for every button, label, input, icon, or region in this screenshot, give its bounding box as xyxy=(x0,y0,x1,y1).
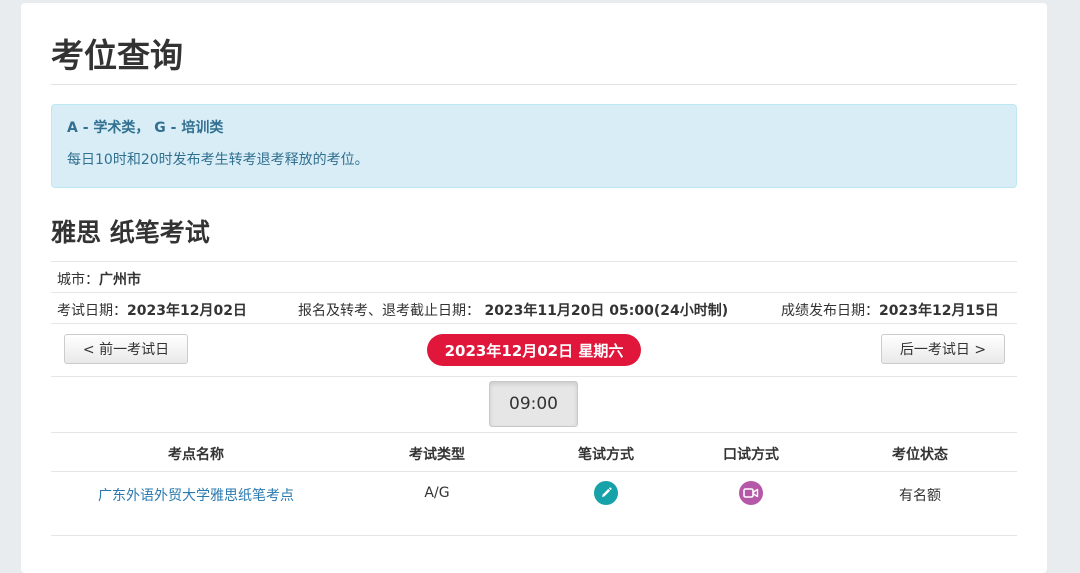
next-exam-day-button[interactable]: 后一考试日 > xyxy=(881,334,1005,364)
exam-date-label: 考试日期： xyxy=(57,303,127,319)
exam-date-info: 考试日期：2023年12月02日 xyxy=(57,300,247,320)
notice-text: 每日10时和20时发布考生转考退考释放的考位。 xyxy=(67,152,369,168)
column-header-type: 考试类型 xyxy=(409,447,465,463)
title-divider xyxy=(51,84,1017,85)
table-top-border xyxy=(51,432,1017,433)
column-header-status: 考位状态 xyxy=(892,447,948,463)
test-center-link[interactable]: 广东外语外贸大学雅思纸笔考点 xyxy=(98,485,294,505)
notice-legend: A - 学术类， G - 培训类 xyxy=(67,120,224,136)
divider xyxy=(51,323,1017,324)
page-title: 考位查询 xyxy=(51,36,183,75)
deadline-value: 2023年11月20日 05:00(24小时制) xyxy=(484,303,729,319)
divider xyxy=(51,292,1017,293)
column-header-center: 考点名称 xyxy=(168,447,224,463)
table-bottom-border xyxy=(51,535,1017,536)
column-header-written: 笔试方式 xyxy=(578,447,634,463)
main-card: 考位查询 A - 学术类， G - 培训类 每日10时和20时发布考生转考退考释… xyxy=(21,3,1047,573)
exam-type-cell: A/G xyxy=(424,485,450,501)
current-exam-date-badge: 2023年12月02日 星期六 xyxy=(427,334,641,366)
result-date-label: 成绩发布日期： xyxy=(781,303,879,319)
column-header-speaking: 口试方式 xyxy=(723,447,779,463)
city-label: 城市： xyxy=(57,272,99,288)
info-notice: A - 学术类， G - 培训类 每日10时和20时发布考生转考退考释放的考位。 xyxy=(51,104,1017,188)
pencil-icon xyxy=(594,481,618,505)
city-info: 城市：广州市 xyxy=(57,269,141,289)
city-value: 广州市 xyxy=(99,272,141,288)
deadline-label: 报名及转考、退考截止日期： xyxy=(298,303,480,319)
divider xyxy=(51,261,1017,262)
seat-status-cell: 有名额 xyxy=(899,488,941,504)
exam-date-value: 2023年12月02日 xyxy=(127,303,247,319)
video-icon xyxy=(739,481,763,505)
table-header-border xyxy=(51,471,1017,472)
result-date-info: 成绩发布日期：2023年12月15日 xyxy=(781,300,999,320)
time-slot-button[interactable]: 09:00 xyxy=(489,381,578,427)
result-date-value: 2023年12月15日 xyxy=(879,303,999,319)
exam-title: 雅思 纸笔考试 xyxy=(51,218,210,247)
prev-exam-day-button[interactable]: < 前一考试日 xyxy=(64,334,188,364)
divider xyxy=(51,376,1017,377)
deadline-info: 报名及转考、退考截止日期： 2023年11月20日 05:00(24小时制) xyxy=(298,300,728,320)
